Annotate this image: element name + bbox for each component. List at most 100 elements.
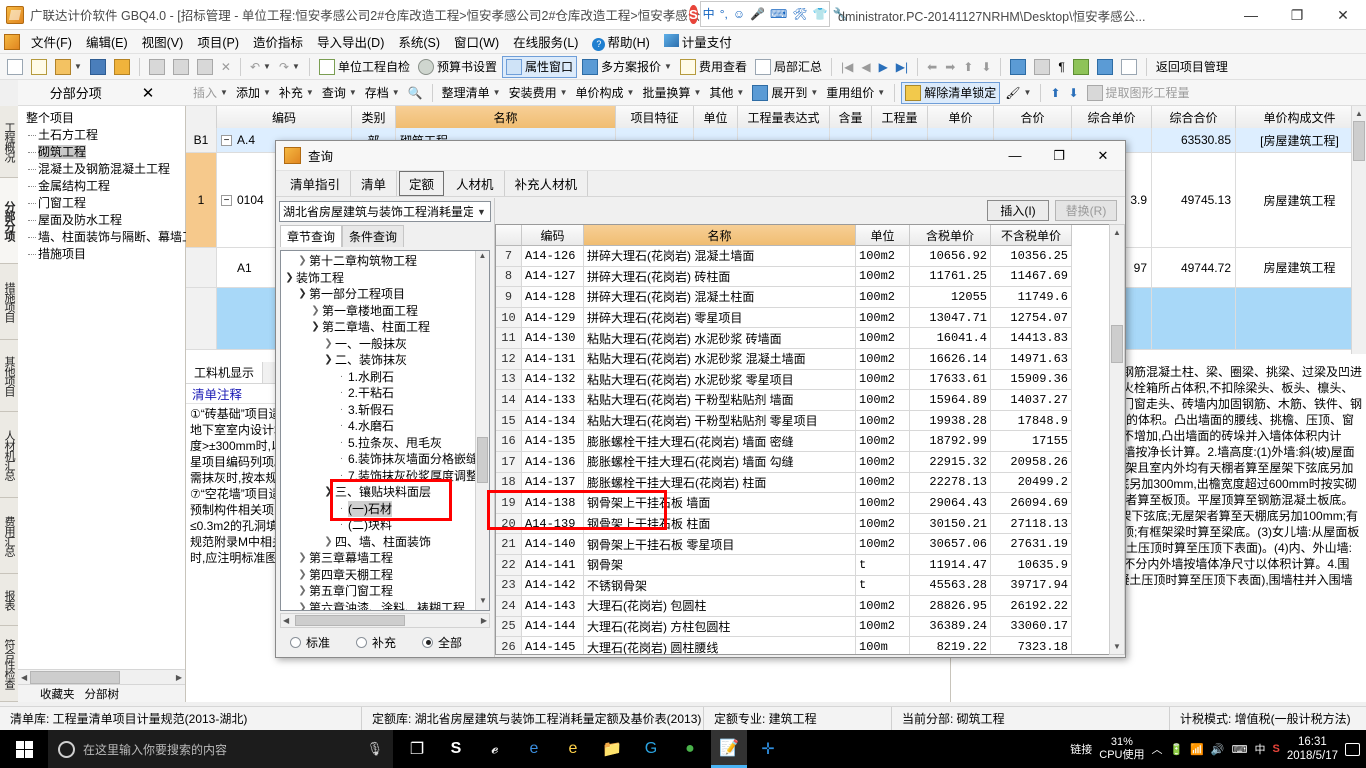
quota-tree-item[interactable]: · (二)块料 [283,517,489,534]
quota-tree-item[interactable]: ❯ 装饰工程 [283,270,489,287]
tab-material-display[interactable]: 工料机显示 [186,362,264,383]
tray-ime-lang[interactable]: 中 [1254,741,1265,757]
scroll-up-icon[interactable]: ▲ [476,251,489,265]
app-s-icon[interactable]: S [438,730,474,768]
scroll-left-icon[interactable]: ◀ [18,673,30,682]
sogou-icon[interactable]: S [689,4,698,24]
sidebar-item-measures[interactable]: 措施项目 [0,264,18,340]
scroll-up-icon[interactable]: ▲ [1110,225,1124,240]
tree-item-roof-waterproof[interactable]: 屋面及防水工程 [24,212,181,229]
chevron-right-icon[interactable]: ❯ [296,567,309,584]
quota-table-row[interactable]: 24 A14-143 大理石(花岗岩) 包圆柱 100m2 28826.95 26192.… [496,596,1125,617]
folder-icon[interactable]: 📁 [594,730,630,768]
quota-library-select[interactable]: 湖北省房屋建筑与装饰工程消耗量定 ▼ [279,201,491,222]
expand-to-button[interactable]: 展开到 ▼ [749,82,821,104]
quota-table-row[interactable]: 10 A14-129 拼碎大理石(花岗岩) 零星项目 100m2 13047.71 127… [496,307,1125,329]
ime-punct-icon[interactable]: °, [720,8,728,20]
chevron-right-icon[interactable]: ❯ [296,583,309,600]
chevron-down-icon[interactable]: ❯ [283,270,296,287]
unlock-list-button[interactable]: 解除清单锁定 [901,81,1001,104]
insert-button[interactable]: 插入(I) [987,199,1049,221]
task-view-icon[interactable]: ❐ [399,730,435,768]
book-button[interactable] [1070,56,1092,78]
tray-sogou-icon[interactable]: S [1272,743,1279,755]
sidebar-item-other[interactable]: 其他项目 [0,340,18,412]
chevron-down-icon[interactable]: ❯ [296,286,309,303]
tree-item-metal[interactable]: 金属结构工程 [24,178,181,195]
maximize-button[interactable]: ❐ [1274,0,1320,30]
batch-convert-button[interactable]: 批量换算 ▼ [639,82,704,104]
delete-button[interactable]: ✕ [218,56,234,78]
budget-settings-button[interactable]: 预算书设置 [415,56,500,78]
tab-list-guide[interactable]: 清单指引 [280,171,352,196]
move-up-button[interactable]: ⬆ [960,56,976,78]
property-window-button[interactable]: 属性窗口 [501,55,577,78]
quota-table-row[interactable]: 22 A14-141 钢骨架 t 11914.47 10635.9 [496,554,1125,576]
quota-tree-item[interactable]: · 1.水刷石 [283,369,489,386]
new-project-button[interactable] [28,56,50,78]
scroll-right-icon[interactable]: ▶ [481,616,487,625]
radio-standard[interactable]: 标准 [290,634,330,651]
move-up-row-button[interactable]: ⬆ [1047,82,1063,104]
ime-toolbox-icon[interactable]: 🛠 [792,8,807,20]
cortana-icon[interactable] [58,740,75,758]
grid-header-unitprice[interactable]: 单价 [928,106,994,128]
quota-tree-item[interactable]: ❯ 第一章楼地面工程 [283,303,489,320]
undo-button[interactable]: ↶ ▼ [247,56,274,78]
quota-header-price-without-tax[interactable]: 不含税单价 [991,225,1072,246]
tree-item-measures[interactable]: 措施项目 [24,246,181,263]
expander-icon[interactable]: − [221,134,232,146]
quota-table-row[interactable]: 20 A14-139 钢骨架上干挂石板 柱面 100m2 30150.21 27118.1… [496,513,1125,535]
subtab-chapter-query[interactable]: 章节查询 [280,225,343,247]
quota-tree-item[interactable]: · 5.拉条灰、甩毛灰 [283,435,489,452]
menu-measure-pay[interactable]: 计量支付 [657,30,739,53]
return-project-button[interactable]: 返回项目管理 [1153,56,1231,78]
quota-tree-item[interactable]: ❯ 第三章幕墙工程 [283,550,489,567]
menu-edit[interactable]: 编辑(E) [79,30,135,53]
quota-tree-horizontal-scrollbar[interactable]: ◀ ▶ [280,613,490,628]
quota-table-row[interactable]: 17 A14-136 膨胀螺栓干挂大理石(花岗岩) 墙面 勾缝 100m2 22915.… [496,451,1125,473]
tab-section-tree[interactable]: 分部树 [81,686,124,702]
chevron-down-icon[interactable]: ▼ [473,207,490,217]
quota-tree-item[interactable]: ❯ 第十二章构筑物工程 [283,253,489,270]
quota-tree-item[interactable]: ❯ 第四章天棚工程 [283,567,489,584]
app-g-icon[interactable]: G [633,730,669,768]
quota-table-row[interactable]: 13 A14-132 粘贴大理石(花岗岩) 水泥砂浆 零星项目 100m2 17633.… [496,369,1125,391]
quota-table-row[interactable]: 26 A14-145 大理石(花岗岩) 圆柱腰线 100m 8219.22 7323.18 [496,637,1125,654]
redo-button[interactable]: ↷ ▼ [276,56,303,78]
ie-icon[interactable]: e [555,730,591,768]
move-down-button[interactable]: ⬇ [978,56,994,78]
multi-quote-button[interactable]: 多方案报价 ▼ [579,56,675,78]
quota-tree-item[interactable]: · 2.干粘石 [283,385,489,402]
scroll-left-icon[interactable]: ◀ [283,616,289,625]
ime-lang-icon[interactable]: 中 [703,8,715,20]
sidebar-item-resources[interactable]: 人材机汇总 [0,412,18,498]
insert-button[interactable]: 插入 ▼ [190,82,231,104]
search-input[interactable]: 在这里输入你要搜索的内容 [83,741,358,758]
quota-tree-item[interactable]: · 7.装饰抹灰砂浆厚度调整 [283,468,489,485]
ime-skin-icon[interactable]: 👕 [813,8,828,20]
chevron-down-icon[interactable]: ❯ [322,352,335,369]
archive-button[interactable]: 存档 ▼ [362,82,403,104]
calculator-button[interactable] [1007,56,1029,78]
move-right-button[interactable]: ➡ [942,56,958,78]
dialog-close-button[interactable]: ✕ [1081,141,1125,171]
scroll-thumb[interactable] [477,437,488,483]
grid-header-name[interactable]: 名称 [396,106,616,128]
menu-import-export[interactable]: 导入导出(D) [310,30,391,53]
tree-item-wall-decoration[interactable]: 墙、柱面装饰与隔断、幕墙工程 [24,229,206,246]
tree-item-concrete[interactable]: 混凝土及钢筋混凝土工程 [24,161,181,178]
menu-cost-index[interactable]: 造价指标 [246,30,310,53]
microphone-icon[interactable]: 🎙 [366,741,383,757]
quota-chapter-tree[interactable]: ❯ 第十二章构筑物工程 ❯ 装饰工程 ❯ 第一部分工程项目 ❯ 第一章楼地面工程 ❯ 第二… [280,250,490,611]
cost-view-button[interactable]: 费用查看 [677,56,750,78]
tray-battery-icon[interactable]: 🔋 [1169,743,1183,756]
menu-window[interactable]: 窗口(W) [447,30,506,53]
menu-help[interactable]: ? 帮助(H) [585,30,656,53]
new-doc-button[interactable] [4,56,26,78]
extract-quantity-button[interactable]: 提取图形工程量 [1084,82,1193,104]
menu-view[interactable]: 视图(V) [135,30,191,53]
edge-icon[interactable]: e [516,730,552,768]
quota-header-unit[interactable]: 单位 [856,225,910,246]
ime-smiley-icon[interactable]: ☺ [733,8,745,20]
